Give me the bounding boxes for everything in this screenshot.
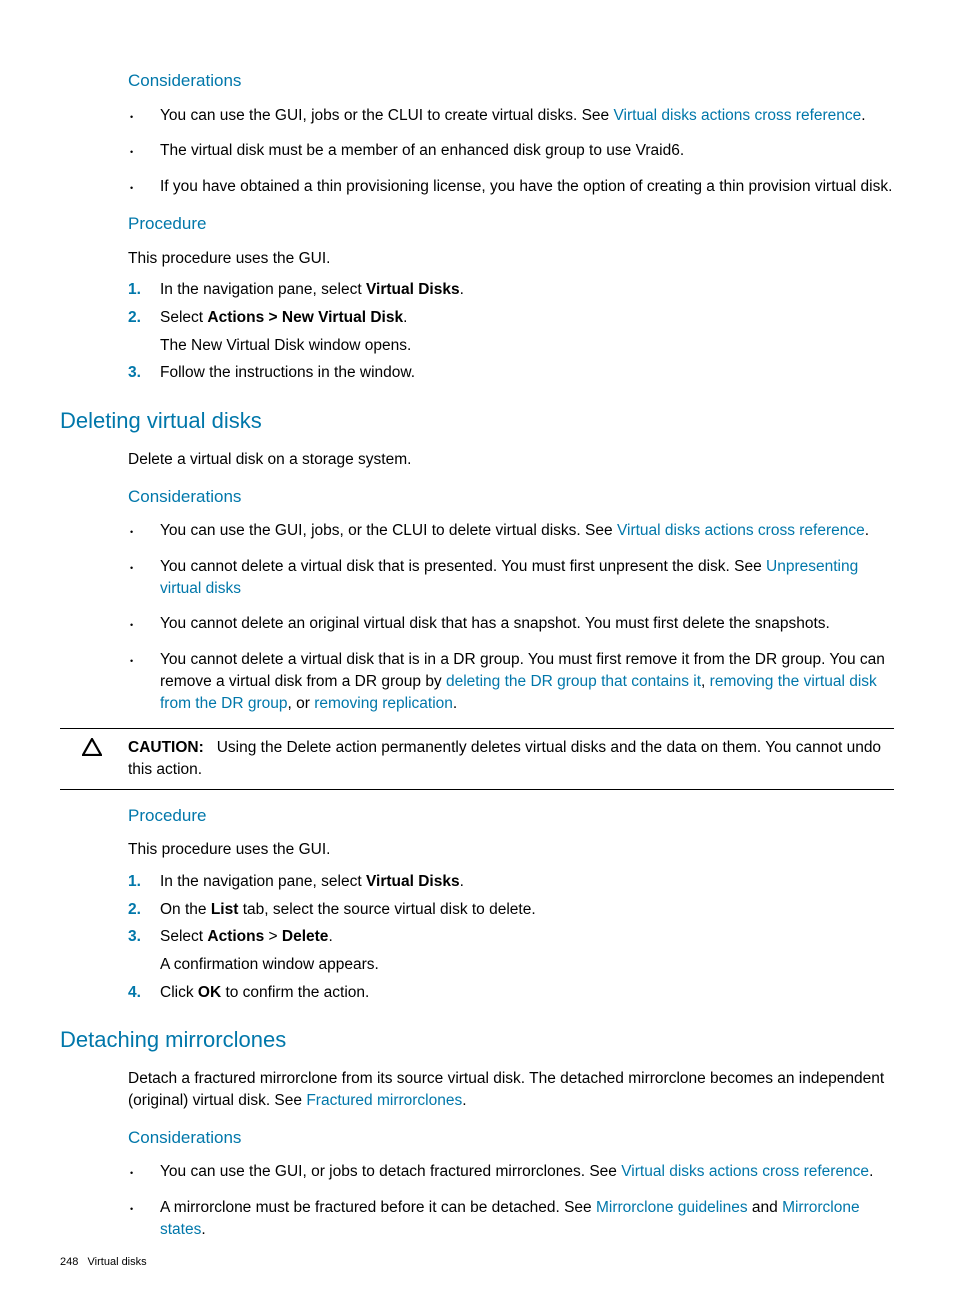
procedure-heading: Procedure: [128, 804, 894, 828]
step: On the List tab, select the source virtu…: [128, 899, 894, 921]
text: >: [264, 928, 282, 945]
text: Select: [160, 928, 207, 945]
considerations-list: You can use the GUI, or jobs to detach f…: [128, 1161, 894, 1240]
text: You can use the GUI, or jobs to detach f…: [160, 1163, 621, 1180]
section-intro: Detach a fractured mirrorclone from its …: [128, 1068, 894, 1111]
text: .: [403, 309, 407, 326]
procedure-steps: In the navigation pane, select Virtual D…: [128, 279, 894, 384]
list-item: If you have obtained a thin provisioning…: [128, 176, 894, 198]
text-bold: Virtual Disks: [366, 873, 460, 890]
step: Select Actions > Delete. A confirmation …: [128, 926, 894, 975]
text: .: [328, 928, 332, 945]
procedure-heading: Procedure: [128, 212, 894, 236]
step: Select Actions > New Virtual Disk. The N…: [128, 307, 894, 356]
text: Select: [160, 309, 207, 326]
text: and: [748, 1199, 782, 1216]
text: On the: [160, 901, 211, 918]
list-item: You can use the GUI, jobs, or the CLUI t…: [128, 520, 894, 542]
text: .: [460, 873, 464, 890]
heading-deleting-virtual-disks: Deleting virtual disks: [60, 406, 894, 437]
text-bold: Virtual Disks: [366, 281, 460, 298]
text: ,: [701, 673, 710, 690]
link-mirrorclone-guidelines[interactable]: Mirrorclone guidelines: [596, 1199, 748, 1216]
considerations-heading: Considerations: [128, 69, 894, 93]
text: .: [453, 695, 457, 712]
text: .: [460, 281, 464, 298]
footer-title: Virtual disks: [88, 1256, 147, 1268]
caution-icon: [82, 736, 102, 764]
text: , or: [288, 695, 315, 712]
list-item: You cannot delete a virtual disk that is…: [128, 556, 894, 599]
text: .: [865, 522, 869, 539]
text: Detach a fractured mirrorclone from its …: [128, 1070, 884, 1109]
procedure-intro: This procedure uses the GUI.: [128, 839, 894, 861]
text: You can use the GUI, jobs, or the CLUI t…: [160, 522, 617, 539]
considerations-heading: Considerations: [128, 485, 894, 509]
link-deleting-dr-group[interactable]: deleting the DR group that contains it: [446, 673, 701, 690]
section-intro: Delete a virtual disk on a storage syste…: [128, 449, 894, 471]
text: tab, select the source virtual disk to d…: [238, 901, 535, 918]
link-virtual-disks-actions-cross-reference[interactable]: Virtual disks actions cross reference: [617, 522, 865, 539]
list-item: The virtual disk must be a member of an …: [128, 140, 894, 162]
step: Click OK to confirm the action.: [128, 982, 894, 1004]
text: You can use the GUI, jobs or the CLUI to…: [160, 107, 613, 124]
caution-text: Using the Delete action permanently dele…: [128, 739, 881, 778]
step-detail: A confirmation window appears.: [160, 954, 894, 976]
list-item: You can use the GUI, jobs or the CLUI to…: [128, 105, 894, 127]
step: In the navigation pane, select Virtual D…: [128, 279, 894, 301]
step: Follow the instructions in the window.: [128, 362, 894, 384]
step: In the navigation pane, select Virtual D…: [128, 871, 894, 893]
text: .: [869, 1163, 873, 1180]
heading-detaching-mirrorclones: Detaching mirrorclones: [60, 1025, 894, 1056]
link-virtual-disks-actions-cross-reference[interactable]: Virtual disks actions cross reference: [613, 107, 861, 124]
text: to confirm the action.: [221, 984, 369, 1001]
text: .: [861, 107, 865, 124]
text: Click: [160, 984, 198, 1001]
considerations-heading: Considerations: [128, 1126, 894, 1150]
page-footer: 248 Virtual disks: [60, 1255, 894, 1270]
list-item: You cannot delete a virtual disk that is…: [128, 649, 894, 714]
procedure-intro: This procedure uses the GUI.: [128, 248, 894, 270]
caution-box: CAUTION: Using the Delete action permane…: [60, 728, 894, 789]
text-bold: Actions: [207, 928, 264, 945]
text-bold: List: [211, 901, 239, 918]
text: You cannot delete a virtual disk that is…: [160, 558, 766, 575]
procedure-steps: In the navigation pane, select Virtual D…: [128, 871, 894, 1003]
text: .: [462, 1092, 466, 1109]
step-detail: The New Virtual Disk window opens.: [160, 335, 894, 357]
link-fractured-mirrorclones[interactable]: Fractured mirrorclones: [306, 1092, 462, 1109]
text: A mirrorclone must be fractured before i…: [160, 1199, 596, 1216]
text: In the navigation pane, select: [160, 873, 366, 890]
text: .: [201, 1221, 205, 1238]
considerations-list: You can use the GUI, jobs, or the CLUI t…: [128, 520, 894, 714]
considerations-list: You can use the GUI, jobs or the CLUI to…: [128, 105, 894, 198]
text: In the navigation pane, select: [160, 281, 366, 298]
list-item: A mirrorclone must be fractured before i…: [128, 1197, 894, 1240]
caution-label: CAUTION:: [128, 739, 204, 756]
page-number: 248: [60, 1256, 78, 1268]
text-bold: OK: [198, 984, 221, 1001]
list-item: You can use the GUI, or jobs to detach f…: [128, 1161, 894, 1183]
text-bold: Delete: [282, 928, 329, 945]
text-bold: Actions > New Virtual Disk: [207, 309, 403, 326]
link-removing-replication[interactable]: removing replication: [314, 695, 453, 712]
list-item: You cannot delete an original virtual di…: [128, 613, 894, 635]
link-virtual-disks-actions-cross-reference[interactable]: Virtual disks actions cross reference: [621, 1163, 869, 1180]
